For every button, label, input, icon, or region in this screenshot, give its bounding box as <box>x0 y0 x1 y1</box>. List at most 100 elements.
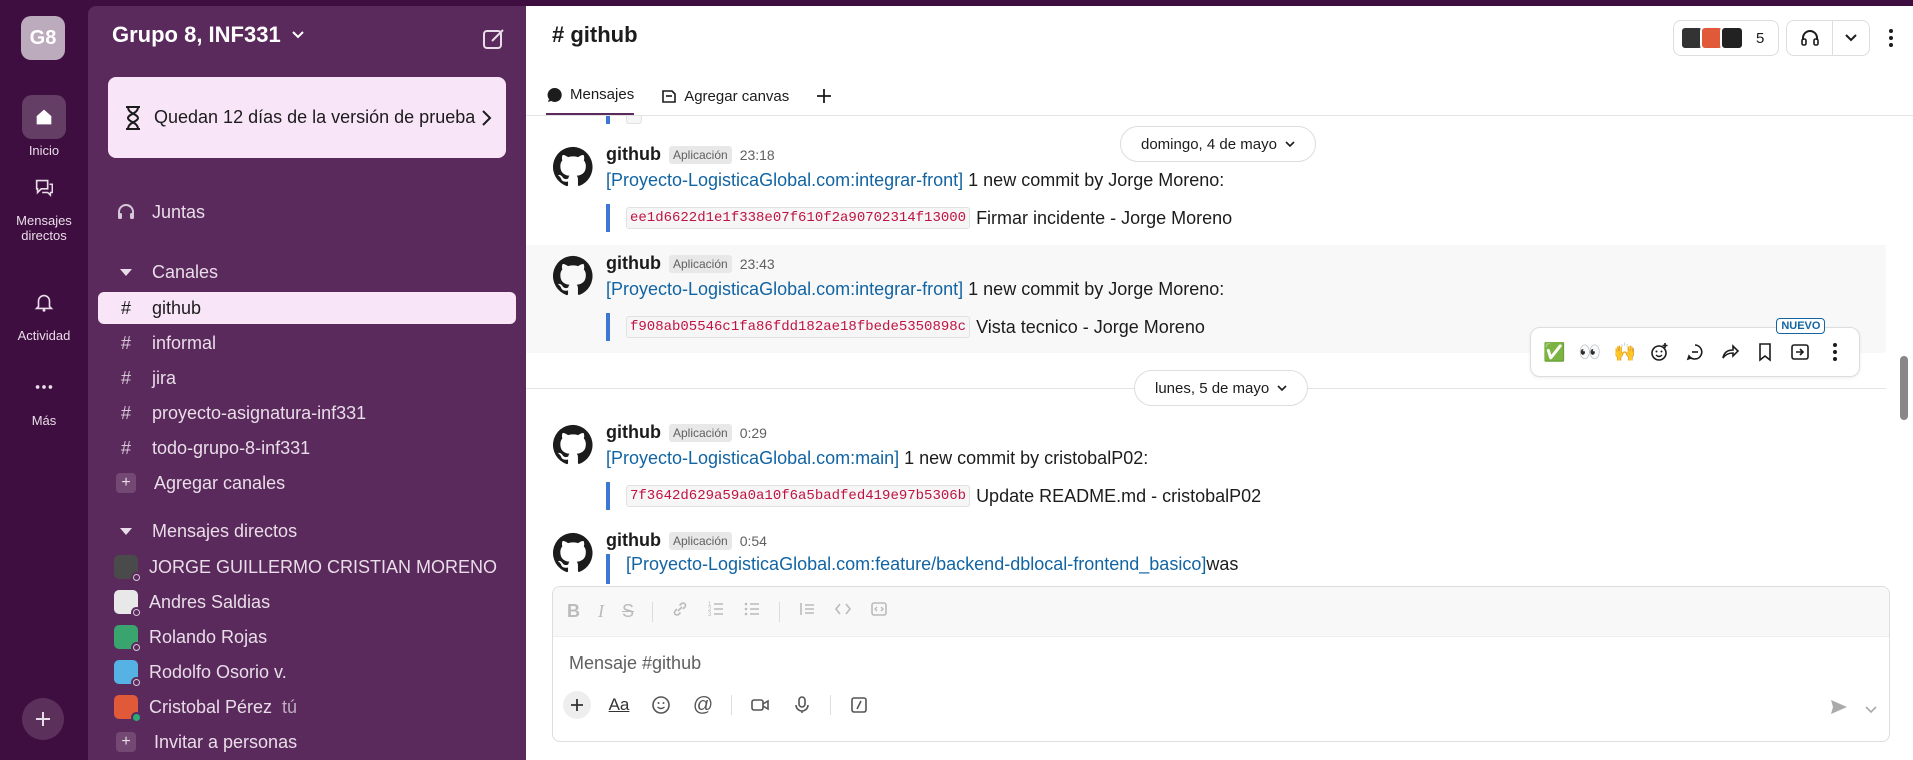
sidebar-channel-proyecto[interactable]: # proyecto-asignatura-inf331 <box>98 397 516 429</box>
canvas-icon <box>662 90 677 103</box>
sidebar-dm-cristobal[interactable]: Cristobal Pérez tú <box>98 691 516 723</box>
code-block-icon[interactable] <box>870 600 888 623</box>
dms-section-header[interactable]: Mensajes directos <box>98 516 516 546</box>
sidebar-channel-todo[interactable]: # todo-grupo-8-inf331 <box>98 432 516 464</box>
timestamp[interactable]: 23:18 <box>740 147 775 163</box>
check-reaction-icon[interactable]: ✅ <box>1539 336 1571 368</box>
commit-sha[interactable]: f908ab05546c1fa86fdd182ae18fbede5350898c <box>626 316 971 338</box>
blockquote-icon[interactable] <box>798 600 816 623</box>
channel-label: todo-grupo-8-inf331 <box>152 437 311 458</box>
tab-messages[interactable]: Mensajes <box>546 76 635 116</box>
code-icon[interactable] <box>834 600 852 623</box>
invite-people-button[interactable]: + Invitar a personas <box>98 726 516 758</box>
github-icon <box>552 146 593 187</box>
compose-icon <box>483 29 504 49</box>
message-input[interactable]: Mensaje #github <box>569 653 701 674</box>
more-actions-icon[interactable] <box>1819 336 1851 368</box>
workspace-name-button[interactable]: Grupo 8, INF331 <box>112 22 305 48</box>
eyes-reaction-icon[interactable]: 👀 <box>1574 336 1606 368</box>
chevron-right-icon <box>482 109 492 126</box>
formatting-toggle-icon[interactable]: Aa <box>605 691 633 719</box>
dm-label: Rodolfo Osorio v. <box>149 661 287 682</box>
video-icon[interactable] <box>746 691 774 719</box>
share-icon[interactable] <box>1714 336 1746 368</box>
app-badge: Aplicación <box>668 531 732 550</box>
chevron-down-icon[interactable] <box>1865 701 1877 719</box>
timestamp[interactable]: 0:54 <box>740 533 767 549</box>
commit-sha[interactable]: ee1d6622d1e1f338e07f610f2a90702314f13000 <box>626 207 971 229</box>
italic-icon[interactable]: I <box>598 601 604 622</box>
commit-sha[interactable]: 7f3642d629a59a0a10f6a5badfed419e97b5306b <box>626 485 971 507</box>
emoji-icon[interactable] <box>647 691 675 719</box>
attach-plus-icon[interactable] <box>563 691 591 719</box>
kebab-icon <box>1889 29 1893 47</box>
repo-link[interactable]: [Proyecto-LogisticaGlobal.com:integrar-f… <box>606 279 963 299</box>
sidebar-channel-informal[interactable]: # informal <box>98 327 516 359</box>
compose-button[interactable] <box>481 26 507 52</box>
sidebar-dm-rodolfo[interactable]: Rodolfo Osorio v. <box>98 656 516 688</box>
commit-quote: 7f3642d629a59a0a10f6a5badfed419e97b5306b… <box>606 482 1261 510</box>
plus-icon <box>817 89 832 103</box>
channel-tabs: Mensajes Agregar canvas <box>546 76 833 116</box>
strikethrough-icon[interactable]: S <box>622 601 634 622</box>
add-tab-button[interactable] <box>815 76 833 116</box>
channel-view: # github 5 Mensajes Agregar canvas domin… <box>526 6 1913 760</box>
github-avatar[interactable] <box>550 422 596 468</box>
sender-name[interactable]: github <box>606 530 661 551</box>
headphones-icon[interactable] <box>1787 21 1833 55</box>
huddle-button[interactable] <box>1786 20 1870 56</box>
sidebar-dm-rolando[interactable]: Rolando Rojas <box>98 621 516 653</box>
raised-hands-reaction-icon[interactable]: 🙌 <box>1609 336 1641 368</box>
sender-name[interactable]: github <box>606 422 661 443</box>
date-divider-pill[interactable]: lunes, 5 de mayo <box>1134 370 1309 406</box>
rail-activity[interactable]: Actividad <box>0 280 88 343</box>
slash-command-icon[interactable] <box>845 691 873 719</box>
sender-name[interactable]: github <box>606 253 661 274</box>
bookmark-icon[interactable] <box>1749 336 1781 368</box>
rail-more[interactable]: Más <box>0 365 88 428</box>
link-icon[interactable] <box>671 600 689 623</box>
sidebar-channel-github[interactable]: # github <box>98 292 516 324</box>
add-workspace-button[interactable] <box>22 698 64 740</box>
sidebar-channel-jira[interactable]: # jira <box>98 362 516 394</box>
tab-add-canvas[interactable]: Agregar canvas <box>660 76 789 116</box>
message-icon <box>547 87 562 102</box>
add-reaction-icon[interactable] <box>1644 336 1676 368</box>
microphone-icon[interactable] <box>788 691 816 719</box>
channel-more-button[interactable] <box>1879 26 1903 50</box>
members-button[interactable]: 5 <box>1673 20 1779 56</box>
ordered-list-icon[interactable]: 123 <box>707 600 725 623</box>
sidebar-dm-jorge[interactable]: JORGE GUILLERMO CRISTIAN MORENO <box>98 551 516 583</box>
repo-link[interactable]: [Proyecto-LogisticaGlobal.com:main] <box>606 448 899 468</box>
feed-scrollbar[interactable] <box>1900 356 1908 420</box>
add-channels-button[interactable]: + Agregar canales <box>98 467 516 499</box>
channels-section-header[interactable]: Canales <box>98 257 516 287</box>
forward-to-list-icon[interactable]: NUEVO <box>1776 318 1826 368</box>
send-icon[interactable] <box>1829 697 1849 722</box>
toolbar-separator <box>830 695 831 715</box>
message-text: [Proyecto-LogisticaGlobal.com:integrar-f… <box>606 170 1224 191</box>
github-avatar[interactable] <box>550 530 596 576</box>
timestamp[interactable]: 23:43 <box>740 256 775 272</box>
repo-link[interactable]: [Proyecto-LogisticaGlobal.com:feature/ba… <box>626 554 1206 575</box>
trial-banner[interactable]: Quedan 12 días de la versión de prueba <box>108 77 506 158</box>
sender-name[interactable]: github <box>606 144 661 165</box>
sidebar-item-huddles[interactable]: Juntas <box>98 196 516 228</box>
chevron-down-icon[interactable] <box>1833 34 1869 42</box>
member-count: 5 <box>1756 29 1765 47</box>
mention-icon[interactable]: @ <box>689 691 717 719</box>
github-avatar[interactable] <box>550 144 596 190</box>
rail-dms[interactable]: Mensajes directos <box>0 165 88 243</box>
workspace-badge[interactable]: G8 <box>21 16 65 60</box>
bold-icon[interactable]: B <box>567 601 580 622</box>
channel-title[interactable]: # github <box>552 22 638 48</box>
reply-thread-icon[interactable] <box>1679 336 1711 368</box>
sidebar-dm-andres[interactable]: Andres Saldias <box>98 586 516 618</box>
toolbar-separator <box>731 695 732 715</box>
github-avatar[interactable] <box>550 253 596 299</box>
timestamp[interactable]: 0:29 <box>740 425 767 441</box>
rail-home[interactable]: Inicio <box>0 95 88 158</box>
commit-summary: 1 new commit by Jorge Moreno: <box>963 279 1225 299</box>
repo-link[interactable]: [Proyecto-LogisticaGlobal.com:integrar-f… <box>606 170 963 190</box>
bullet-list-icon[interactable] <box>743 600 761 623</box>
